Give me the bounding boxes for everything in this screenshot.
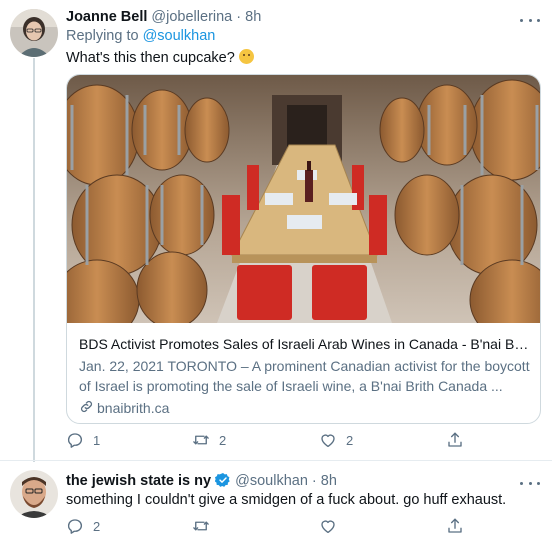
separator-dot: · (311, 473, 317, 489)
card-domain-text[interactable]: bnaibrith.ca (97, 400, 169, 416)
separator-dot: · (236, 9, 242, 25)
share-icon (446, 431, 464, 449)
tweet-actions: 2 (66, 517, 466, 537)
card-title[interactable]: BDS Activist Promotes Sales of Israeli A… (79, 334, 530, 354)
card-domain[interactable]: bnaibrith.ca (79, 399, 530, 417)
link-icon (79, 399, 97, 417)
avatar[interactable] (10, 9, 58, 57)
share-icon (446, 517, 464, 535)
card-image[interactable] (67, 75, 540, 341)
timestamp[interactable]: 8h (245, 9, 261, 25)
display-name[interactable]: the jewish state is ny (66, 473, 211, 489)
display-name[interactable]: Joanne Bell (66, 9, 147, 25)
retweet-icon (192, 431, 210, 449)
tweet-the-jewish-state-is-ny[interactable]: the jewish state is ny @soulkhan · 8h so… (0, 460, 552, 539)
replying-to-mention[interactable]: @soulkhan (143, 28, 216, 44)
like-icon (319, 517, 337, 535)
retweet-count: 2 (219, 432, 227, 448)
tweet-header: the jewish state is ny @soulkhan · 8h (66, 472, 337, 492)
share-button[interactable] (446, 431, 464, 449)
tweet-text-content: something I couldn't give a smidgen of a… (66, 492, 507, 508)
more-icon[interactable] (520, 476, 540, 490)
like-count: 2 (346, 432, 354, 448)
tweet-text: What's this then cupcake? (66, 49, 254, 66)
share-button[interactable] (446, 517, 464, 535)
tweet-header: Joanne Bell @jobellerina · 8h (66, 9, 261, 25)
tweet-joanne-bell[interactable]: Joanne Bell @jobellerina · 8h Replying t… (0, 0, 552, 462)
retweet-icon (192, 517, 210, 535)
tweet-text: something I couldn't give a smidgen of a… (66, 492, 506, 508)
verified-badge-icon (214, 472, 231, 492)
replying-to-line: Replying to @soulkhan (66, 28, 215, 44)
card-description-line-2: of Israel is promoting the sale of Israe… (79, 378, 503, 394)
avatar[interactable] (10, 470, 58, 518)
tweet-text-content: What's this then cupcake? (66, 50, 235, 66)
thinking-face-emoji (238, 49, 254, 64)
link-card[interactable]: BDS Activist Promotes Sales of Israeli A… (66, 74, 541, 424)
reply-icon (66, 431, 84, 449)
reply-button[interactable]: 1 (66, 431, 100, 449)
user-handle[interactable]: @soulkhan (235, 473, 308, 489)
reply-count: 1 (93, 432, 101, 448)
timestamp[interactable]: 8h (321, 473, 337, 489)
user-handle[interactable]: @jobellerina (151, 9, 232, 25)
like-button[interactable] (319, 517, 337, 535)
card-description: Jan. 22, 2021 TORONTO – A prominent Cana… (79, 356, 530, 396)
retweet-button[interactable]: 2 (192, 431, 226, 449)
reply-count: 2 (93, 518, 101, 534)
card-meta[interactable]: BDS Activist Promotes Sales of Israeli A… (67, 323, 540, 423)
more-icon[interactable] (520, 13, 540, 27)
tweet-actions: 1 2 2 (66, 431, 466, 451)
thread-line (33, 58, 35, 462)
retweet-button[interactable] (192, 517, 210, 535)
like-icon (319, 431, 337, 449)
reply-button[interactable]: 2 (66, 517, 100, 535)
replying-to-label: Replying to (66, 28, 139, 44)
like-button[interactable]: 2 (319, 431, 353, 449)
card-description-line-1: Jan. 22, 2021 TORONTO – A prominent Cana… (79, 358, 530, 374)
reply-icon (66, 517, 84, 535)
